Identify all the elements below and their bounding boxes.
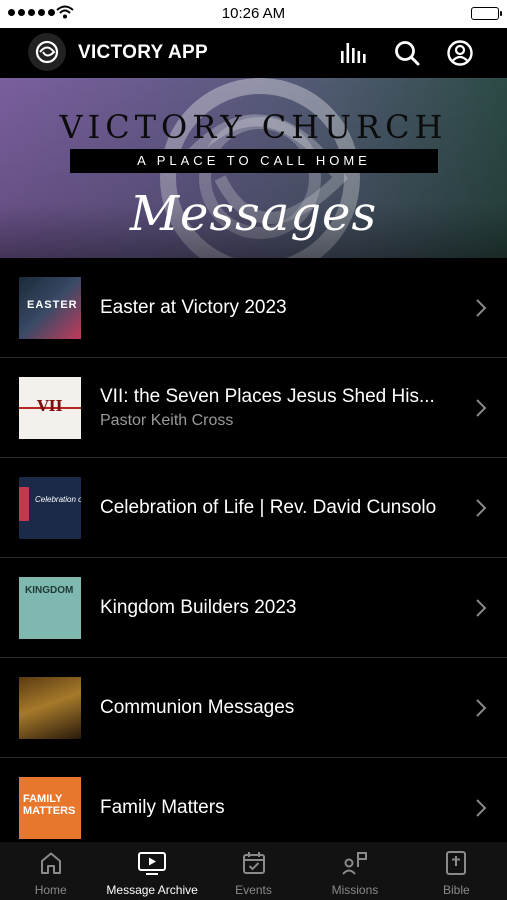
tab-bar: Home Message Archive Events Missions Bib… xyxy=(0,842,507,900)
tab-label: Missions xyxy=(331,883,379,897)
tab-home[interactable]: Home xyxy=(0,842,101,900)
message-list: EASTER Easter at Victory 2023 VII VII: t… xyxy=(0,258,507,858)
thumbnail-label: Celebration of xyxy=(35,495,81,504)
vii-thumbnail: VII xyxy=(19,377,81,439)
tab-bible[interactable]: Bible xyxy=(406,842,507,900)
thumbnail-label: KINGDOM xyxy=(25,585,74,596)
kingdom-builders-thumbnail: KINGDOM xyxy=(19,577,81,639)
tab-missions[interactable]: Missions xyxy=(304,842,405,900)
banner-script-title: Messages xyxy=(129,186,378,242)
chevron-right-icon xyxy=(476,399,487,417)
list-item-title: Easter at Victory 2023 xyxy=(100,296,287,318)
chevron-right-icon xyxy=(476,799,487,817)
swirl-logo-icon xyxy=(35,40,59,64)
app-title: VICTORY APP xyxy=(78,42,209,63)
tab-label: Bible xyxy=(442,883,470,897)
list-item[interactable]: EASTER Easter at Victory 2023 xyxy=(0,258,507,358)
people-flag-icon xyxy=(342,852,367,875)
bible-icon xyxy=(446,851,467,875)
tab-label: Events xyxy=(235,883,272,897)
list-item[interactable]: VII VII: the Seven Places Jesus Shed His… xyxy=(0,358,507,458)
list-item-title: Kingdom Builders 2023 xyxy=(100,596,297,618)
tab-events[interactable]: Events xyxy=(203,842,304,900)
list-item-title: Family Matters xyxy=(100,796,225,818)
tab-label: Home xyxy=(34,883,67,897)
status-bar: 10:26 AM xyxy=(0,0,507,28)
chevron-right-icon xyxy=(476,699,487,717)
list-item-title: Celebration of Life | Rev. David Cunsolo xyxy=(100,496,437,518)
tv-play-icon xyxy=(138,852,167,875)
app-header: VICTORY APP xyxy=(0,28,507,78)
tab-message-archive[interactable]: Message Archive xyxy=(101,842,202,900)
tab-label: Message Archive xyxy=(106,883,198,897)
easter-thumbnail: EASTER xyxy=(19,277,81,339)
family-matters-thumbnail: FAMILY MATTERS xyxy=(19,777,81,839)
calendar-check-icon xyxy=(242,852,265,874)
chevron-right-icon xyxy=(476,499,487,517)
chevron-right-icon xyxy=(476,299,487,317)
profile-icon[interactable] xyxy=(446,39,474,67)
celebration-thumbnail: Celebration of xyxy=(19,477,81,539)
chevron-right-icon xyxy=(476,599,487,617)
status-time: 10:26 AM xyxy=(221,5,286,22)
list-item-title: Communion Messages xyxy=(100,696,295,718)
list-item[interactable]: Celebration of Celebration of Life | Rev… xyxy=(0,458,507,558)
home-icon xyxy=(40,852,61,874)
search-icon[interactable] xyxy=(393,39,421,67)
battery-icon xyxy=(471,7,502,20)
audio-bars-icon[interactable] xyxy=(338,39,366,67)
list-item-title: VII: the Seven Places Jesus Shed His... xyxy=(100,385,435,407)
list-item[interactable]: KINGDOM Kingdom Builders 2023 xyxy=(0,558,507,658)
banner-title: VICTORY CHURCH xyxy=(59,108,448,146)
app-logo[interactable] xyxy=(28,33,66,71)
thumbnail-label: VII xyxy=(37,397,63,415)
list-item-subtitle: Pastor Keith Cross xyxy=(100,411,234,429)
thumbnail-label: EASTER xyxy=(27,299,78,311)
banner-subtitle: A PLACE TO CALL HOME xyxy=(70,149,438,173)
communion-thumbnail xyxy=(19,677,81,739)
thumbnail-label: FAMILY MATTERS xyxy=(23,793,76,817)
list-item[interactable]: Communion Messages xyxy=(0,658,507,758)
messages-banner: VICTORY CHURCH A PLACE TO CALL HOME Mess… xyxy=(0,78,507,258)
